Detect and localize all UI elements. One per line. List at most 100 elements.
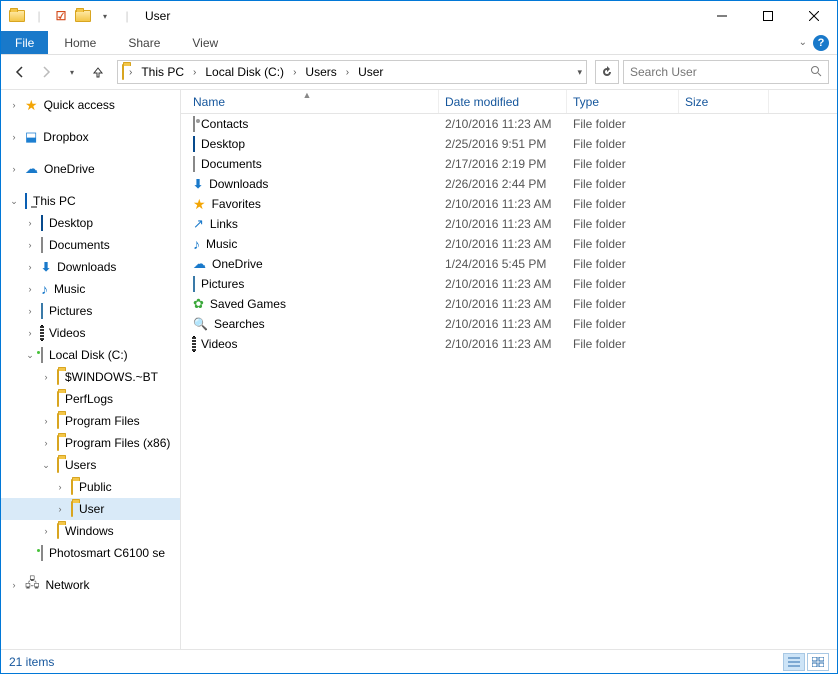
item-type: File folder <box>567 117 679 131</box>
item-name: Links <box>210 217 238 231</box>
item-date: 2/17/2016 2:19 PM <box>439 157 567 171</box>
chevron-right-icon[interactable]: › <box>343 67 352 78</box>
view-icons-button[interactable] <box>807 653 829 671</box>
music-icon: ♪ <box>41 281 48 297</box>
list-item[interactable]: ↗Links2/10/2016 11:23 AMFile folder <box>181 214 837 234</box>
tree-pictures[interactable]: ›Pictures <box>1 300 180 322</box>
documents-icon <box>41 238 43 252</box>
drive-icon <box>41 546 43 560</box>
view-details-button[interactable] <box>783 653 805 671</box>
qat-sep2: | <box>117 6 137 26</box>
item-name: Searches <box>214 317 265 331</box>
tree-videos[interactable]: ›Videos <box>1 322 180 344</box>
tree-users[interactable]: ⌄Users <box>1 454 180 476</box>
item-name: Videos <box>201 337 237 351</box>
window-controls <box>699 1 837 31</box>
tree-dropbox[interactable]: ›⬓Dropbox <box>1 126 180 148</box>
crumb-thispc[interactable]: This PC <box>137 65 188 79</box>
tab-home[interactable]: Home <box>48 31 112 54</box>
qat-properties-icon[interactable]: ☑ <box>51 6 71 26</box>
list-item[interactable]: ✿Saved Games2/10/2016 11:23 AMFile folde… <box>181 294 837 314</box>
folder-icon <box>57 436 59 450</box>
ribbon-expand-icon[interactable]: ⌄ <box>799 37 807 48</box>
tree-public[interactable]: ›Public <box>1 476 180 498</box>
forward-button[interactable] <box>35 61 57 83</box>
list-item[interactable]: Videos2/10/2016 11:23 AMFile folder <box>181 334 837 354</box>
chevron-right-icon[interactable]: › <box>126 67 135 78</box>
dropbox-icon: ⬓ <box>25 129 37 145</box>
folder-icon <box>57 458 59 472</box>
qat-separator: | <box>29 6 49 26</box>
tree-progfiles[interactable]: ›Program Files <box>1 410 180 432</box>
col-date[interactable]: Date modified <box>439 90 567 113</box>
item-type: File folder <box>567 257 679 271</box>
tree-network[interactable]: ›🖧Network <box>1 574 180 596</box>
chevron-right-icon[interactable]: › <box>190 67 199 78</box>
tree-documents[interactable]: ›Documents <box>1 234 180 256</box>
col-size[interactable]: Size <box>679 90 769 113</box>
tree-downloads[interactable]: ›⬇Downloads <box>1 256 180 278</box>
tree-thispc[interactable]: ⌄This PC <box>1 190 180 212</box>
list-item[interactable]: Desktop2/25/2016 9:51 PMFile folder <box>181 134 837 154</box>
col-type[interactable]: Type <box>567 90 679 113</box>
tree-music[interactable]: ›♪Music <box>1 278 180 300</box>
crumb-users[interactable]: Users <box>301 65 340 79</box>
address-bar[interactable]: › This PC › Local Disk (C:) › Users › Us… <box>117 60 587 84</box>
up-button[interactable] <box>87 61 109 83</box>
item-name: Contacts <box>201 117 248 131</box>
item-name: Favorites <box>212 197 261 211</box>
tree-perflogs[interactable]: PerfLogs <box>1 388 180 410</box>
crumb-localdisk[interactable]: Local Disk (C:) <box>201 65 288 79</box>
vid-icon <box>193 337 195 351</box>
minimize-button[interactable] <box>699 1 745 31</box>
search-box[interactable] <box>623 60 829 84</box>
tree-desktop[interactable]: ›Desktop <box>1 212 180 234</box>
quick-access-toolbar: | ☑ ▾ | <box>1 6 137 26</box>
window-title: User <box>145 9 170 23</box>
item-date: 2/25/2016 9:51 PM <box>439 137 567 151</box>
list-item[interactable]: 🔍Searches2/10/2016 11:23 AMFile folder <box>181 314 837 334</box>
back-button[interactable] <box>9 61 31 83</box>
search-input[interactable] <box>630 65 810 79</box>
recent-dropdown[interactable]: ▾ <box>61 61 83 83</box>
music-icon: ♪ <box>193 236 200 252</box>
star-icon: ★ <box>25 97 38 114</box>
tree-winbt[interactable]: ›$WINDOWS.~BT <box>1 366 180 388</box>
nav-tree[interactable]: ›★Quick access ›⬓Dropbox ›☁OneDrive ⌄Thi… <box>1 90 181 649</box>
maximize-button[interactable] <box>745 1 791 31</box>
tree-user[interactable]: ›User <box>1 498 180 520</box>
status-bar: 21 items <box>1 649 837 673</box>
list-item[interactable]: ★Favorites2/10/2016 11:23 AMFile folder <box>181 194 837 214</box>
list-item[interactable]: ⬇Downloads2/26/2016 2:44 PMFile folder <box>181 174 837 194</box>
file-rows[interactable]: Contacts2/10/2016 11:23 AMFile folderDes… <box>181 114 837 649</box>
tab-share[interactable]: Share <box>112 31 176 54</box>
drive-icon <box>41 348 43 362</box>
tree-progfiles86[interactable]: ›Program Files (x86) <box>1 432 180 454</box>
item-date: 1/24/2016 5:45 PM <box>439 257 567 271</box>
help-icon[interactable]: ? <box>813 35 829 51</box>
qat-dropdown-icon[interactable]: ▾ <box>95 6 115 26</box>
tree-photosmart[interactable]: Photosmart C6100 se <box>1 542 180 564</box>
ribbon: File Home Share View ⌄ ? <box>1 31 837 55</box>
qat-newfolder-icon[interactable] <box>73 6 93 26</box>
tab-file[interactable]: File <box>1 31 48 54</box>
tree-quickaccess[interactable]: ›★Quick access <box>1 94 180 116</box>
chevron-right-icon[interactable]: › <box>290 67 299 78</box>
list-item[interactable]: Pictures2/10/2016 11:23 AMFile folder <box>181 274 837 294</box>
refresh-button[interactable] <box>595 60 619 84</box>
item-name: Pictures <box>201 277 244 291</box>
tab-view[interactable]: View <box>176 31 234 54</box>
crumb-user[interactable]: User <box>354 65 387 79</box>
link-icon: ↗ <box>193 216 204 232</box>
list-item[interactable]: Documents2/17/2016 2:19 PMFile folder <box>181 154 837 174</box>
list-item[interactable]: Contacts2/10/2016 11:23 AMFile folder <box>181 114 837 134</box>
list-item[interactable]: ☁OneDrive1/24/2016 5:45 PMFile folder <box>181 254 837 274</box>
tree-windows[interactable]: ›Windows <box>1 520 180 542</box>
tree-onedrive[interactable]: ›☁OneDrive <box>1 158 180 180</box>
folder-icon <box>71 502 73 516</box>
close-button[interactable] <box>791 1 837 31</box>
address-dropdown-icon[interactable]: ▾ <box>577 67 582 78</box>
folder-icon <box>57 370 59 384</box>
list-item[interactable]: ♪Music2/10/2016 11:23 AMFile folder <box>181 234 837 254</box>
tree-localdisk[interactable]: ⌄Local Disk (C:) <box>1 344 180 366</box>
